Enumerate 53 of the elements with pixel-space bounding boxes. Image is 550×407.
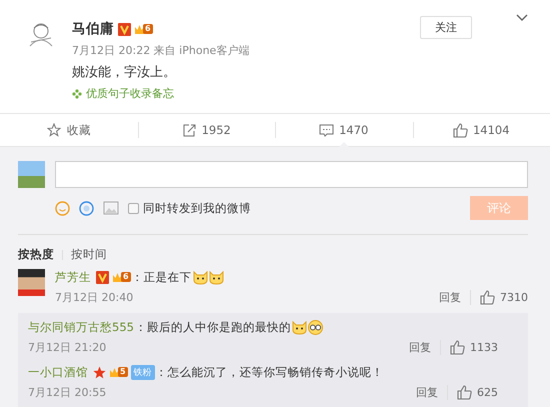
tag-link[interactable]: 优质句子收录备忘 xyxy=(86,86,174,101)
user-name[interactable]: 马伯庸 xyxy=(72,20,114,38)
share-label: 同时转发到我的微博 xyxy=(143,200,251,216)
flower-icon xyxy=(72,88,82,98)
star-action[interactable]: 收藏 xyxy=(0,114,138,146)
verified-badge-icon xyxy=(118,22,131,36)
thumbs-up-icon[interactable] xyxy=(457,385,472,400)
level-badge: 6 xyxy=(121,272,131,282)
comment-text: ：殿后的人中你是跑的最快的 xyxy=(134,320,291,334)
star-outline-icon xyxy=(46,122,62,138)
smiley-icon[interactable] xyxy=(55,200,70,216)
like-count: 7310 xyxy=(500,291,528,304)
share-icon xyxy=(182,122,197,138)
cat-emoji-icon xyxy=(292,320,307,334)
reply-link[interactable]: 回复 xyxy=(416,385,438,400)
commenter-name[interactable]: 芦芳生 xyxy=(55,270,91,284)
comment-text: ：正是在下 xyxy=(132,270,192,284)
sort-tab[interactable]: 按时间 xyxy=(71,247,107,262)
glasses-emoji-icon xyxy=(308,320,323,334)
image-icon[interactable] xyxy=(103,201,119,215)
reply-link[interactable]: 回复 xyxy=(409,340,431,355)
fan-badge: 铁粉 xyxy=(130,364,155,380)
commenter-avatar xyxy=(18,269,45,296)
comment-icon xyxy=(319,122,334,138)
commenter-name[interactable]: 一小口酒馆 xyxy=(28,364,88,380)
post-text: 姚汝能，字汝上。 xyxy=(72,64,177,81)
thumbs-up-icon[interactable] xyxy=(480,290,495,305)
thumbs-up-icon[interactable] xyxy=(450,340,465,355)
comment-time: 7月12日 21:20 xyxy=(28,340,106,355)
sort-tab[interactable]: 按热度 xyxy=(18,247,54,262)
comment-time: 7月12日 20:40 xyxy=(55,290,134,305)
like-count: 625 xyxy=(477,386,498,399)
comment-action[interactable]: 1470 xyxy=(275,114,412,146)
comment-time: 7月12日 20:55 xyxy=(28,385,106,400)
follow-button[interactable]: 关注 xyxy=(420,16,472,39)
cat-emoji-icon xyxy=(192,270,208,284)
verified-badge-icon xyxy=(96,270,109,284)
user-avatar xyxy=(18,161,45,188)
cat-emoji-icon xyxy=(208,270,224,284)
like-count: 1133 xyxy=(470,341,498,354)
level-badge: 6 xyxy=(143,24,153,34)
chevron-down-icon[interactable] xyxy=(516,14,528,22)
level-badge: 5 xyxy=(118,367,128,377)
thumbs-up-icon xyxy=(452,122,468,138)
like-action[interactable]: 14104 xyxy=(412,114,550,146)
share-checkbox[interactable] xyxy=(128,202,139,214)
comment-text: ：怎么能沉了，还等你写畅销传奇小说呢！ xyxy=(156,364,384,380)
star-icon xyxy=(93,366,106,378)
reply-link[interactable]: 回复 xyxy=(439,290,461,305)
comment-input[interactable] xyxy=(55,161,528,188)
commenter-name[interactable]: 与尔同销万古愁555 xyxy=(28,320,134,334)
forward-action[interactable]: 1952 xyxy=(138,114,275,146)
post-time: 7月12日 20:22 来自 iPhone客户端 xyxy=(72,43,250,58)
